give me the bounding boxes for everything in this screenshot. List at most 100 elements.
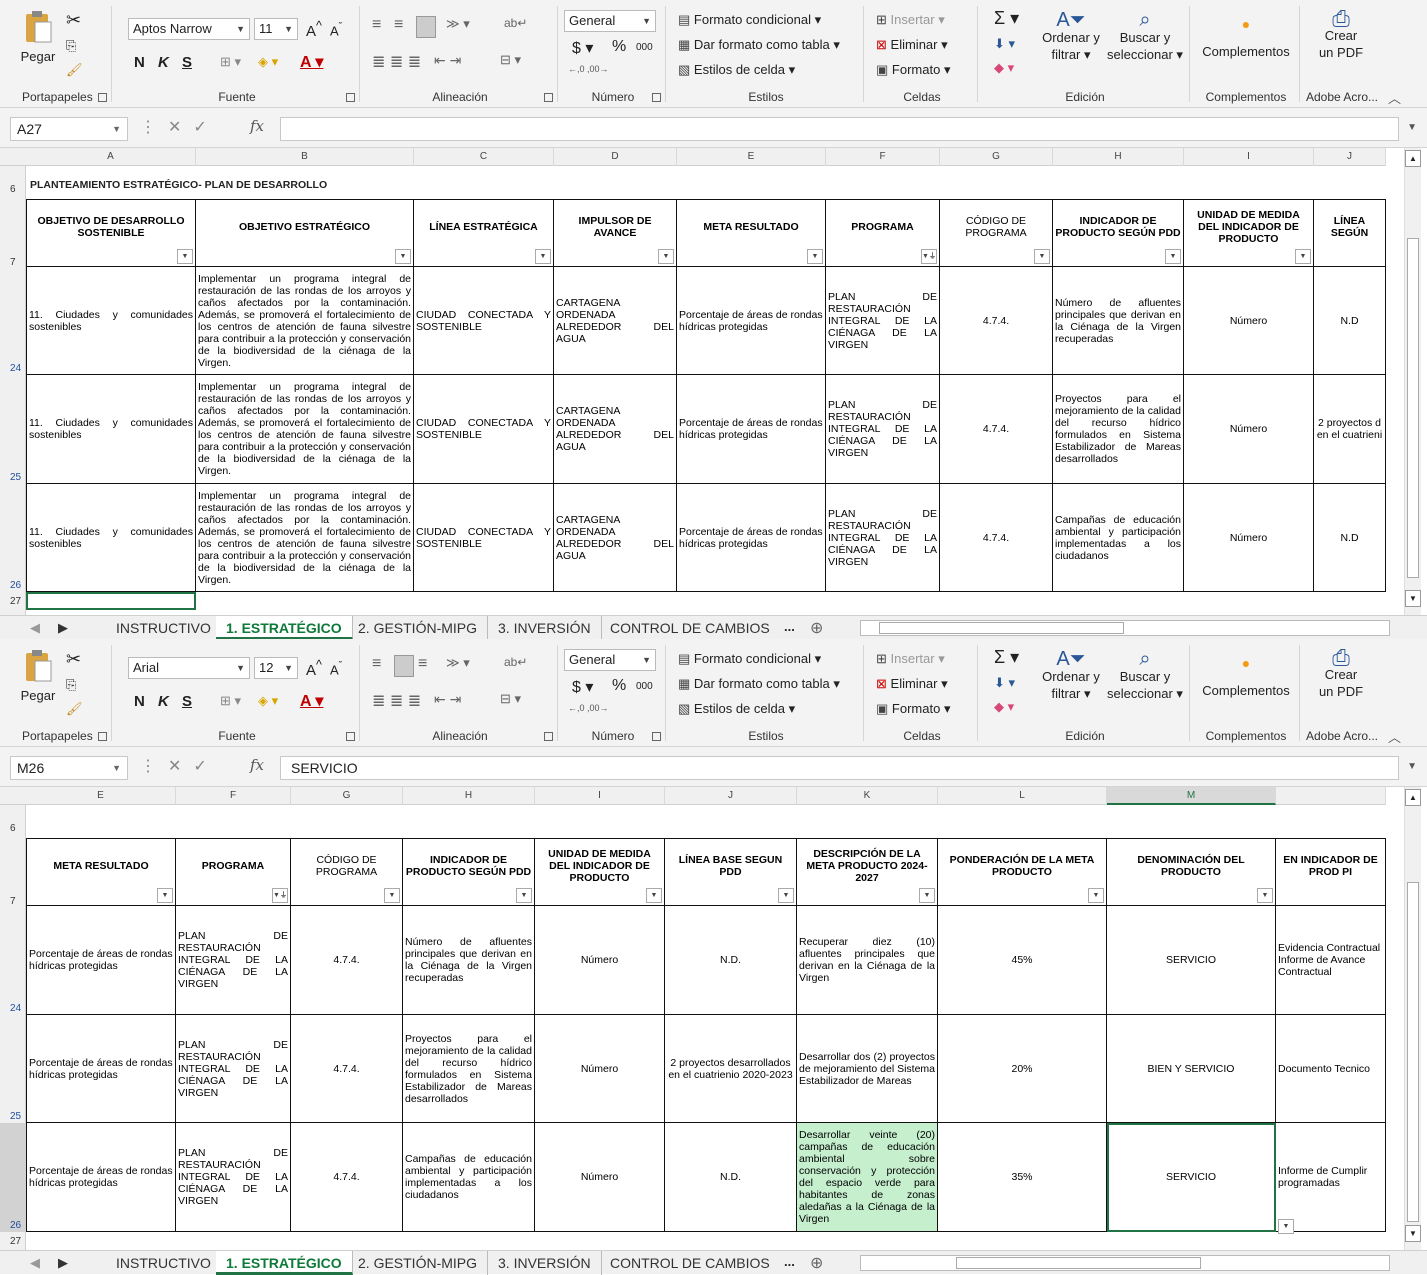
column-header[interactable]: M bbox=[1107, 787, 1276, 805]
row-number[interactable]: 6 bbox=[0, 823, 26, 834]
row-number[interactable]: 24 bbox=[0, 363, 26, 374]
clear-icon[interactable]: ◆ ▾ bbox=[994, 699, 1014, 715]
tab-estrategico[interactable]: 1. ESTRATÉGICO bbox=[216, 1251, 353, 1275]
fill-color-icon[interactable]: ◈ ▾ bbox=[258, 54, 278, 70]
tab-instructivo[interactable]: INSTRUCTIVO bbox=[106, 1251, 222, 1275]
row-number[interactable]: 6 bbox=[0, 184, 26, 195]
font-color-icon[interactable]: A ▾ bbox=[300, 691, 323, 711]
clipboard-launcher-icon[interactable] bbox=[98, 93, 107, 102]
column-header[interactable]: D bbox=[554, 148, 677, 166]
table-cell[interactable]: N.D bbox=[1314, 484, 1386, 592]
decimal-buttons-icon[interactable]: ←,0 ,00→ bbox=[568, 703, 609, 713]
table-cell[interactable]: CIUDAD CONECTADA Y SOSTENIBLE bbox=[414, 267, 554, 375]
alignment-launcher-icon[interactable] bbox=[544, 93, 553, 102]
expand-formula-icon[interactable]: ▼ bbox=[1407, 122, 1417, 133]
table-cell[interactable]: Número bbox=[1184, 375, 1314, 484]
filter-dropdown-icon[interactable]: ▼ bbox=[1257, 888, 1273, 903]
sort-filter-button[interactable]: A⏷ Ordenar y filtrar ▾ bbox=[1036, 649, 1106, 702]
table-cell[interactable]: 4.7.4. bbox=[940, 484, 1053, 592]
table-cell[interactable]: CARTAGENA ORDENADA ALREDEDOR DEL AGUA bbox=[554, 484, 677, 592]
table-cell[interactable]: Campañas de educación ambiental y partic… bbox=[403, 1123, 535, 1232]
delete-button[interactable]: ⊠ Eliminar ▾ bbox=[876, 676, 948, 692]
column-header[interactable]: F bbox=[826, 148, 940, 166]
scroll-up-icon[interactable]: ▲ bbox=[1405, 150, 1421, 167]
column-header[interactable]: A bbox=[26, 148, 196, 166]
align-bottom-icon[interactable] bbox=[416, 16, 436, 38]
table-cell[interactable]: CARTAGENA ORDENADA ALREDEDOR DEL AGUA bbox=[554, 267, 677, 375]
percent-button[interactable]: % bbox=[612, 677, 626, 695]
table-cell[interactable]: 4.7.4. bbox=[291, 906, 403, 1015]
format-button[interactable]: ▣ Formato ▾ bbox=[876, 62, 950, 78]
font-size-dropdown[interactable]: 12 ▼ bbox=[254, 657, 298, 679]
merge-center-icon[interactable]: ⊟ ▾ bbox=[500, 691, 521, 707]
grow-font-icon[interactable]: A^ bbox=[306, 19, 322, 40]
scroll-up-icon[interactable]: ▲ bbox=[1405, 789, 1421, 806]
row-number[interactable]: 7 bbox=[0, 896, 26, 907]
find-select-button[interactable]: ⌕ Buscar y seleccionar ▾ bbox=[1104, 649, 1186, 702]
font-size-dropdown[interactable]: 11 ▼ bbox=[254, 18, 298, 40]
fill-icon[interactable]: ⬇ ▾ bbox=[994, 675, 1015, 691]
column-header[interactable]: E bbox=[677, 148, 826, 166]
column-header[interactable]: I bbox=[535, 787, 665, 805]
expand-formula-icon[interactable]: ▼ bbox=[1407, 761, 1417, 772]
horizontal-scroll-thumb[interactable] bbox=[956, 1257, 1201, 1269]
insert-button[interactable]: ⊞ Insertar ▾ bbox=[876, 651, 945, 667]
format-button[interactable]: ▣ Formato ▾ bbox=[876, 701, 950, 717]
copy-icon[interactable]: ⎘ bbox=[66, 38, 76, 54]
filter-dropdown-icon[interactable]: ▼ bbox=[535, 249, 551, 264]
table-cell[interactable]: 4.7.4. bbox=[940, 375, 1053, 484]
align-middle-icon[interactable] bbox=[394, 655, 414, 677]
table-cell[interactable]: PLAN DE RESTAURACIÓN INTEGRAL DE LA CIÉN… bbox=[826, 375, 940, 484]
font-name-dropdown[interactable]: Arial ▼ bbox=[128, 657, 250, 679]
tab-prev-icon[interactable]: ◀ bbox=[30, 620, 40, 636]
formula-input[interactable]: SERVICIO bbox=[280, 756, 1399, 780]
table-cell[interactable]: 4.7.4. bbox=[940, 267, 1053, 375]
cut-icon[interactable]: ✂ bbox=[66, 10, 81, 31]
horizontal-scrollbar[interactable] bbox=[860, 620, 1390, 636]
table-cell[interactable]: Documento Tecnico bbox=[1276, 1015, 1386, 1123]
conditional-format-button[interactable]: ▤ Formato condicional ▾ bbox=[678, 651, 821, 667]
column-header[interactable]: H bbox=[403, 787, 535, 805]
table-cell[interactable]: Número bbox=[535, 906, 665, 1015]
font-name-dropdown[interactable]: Aptos Narrow ▼ bbox=[128, 18, 250, 40]
table-cell[interactable]: Proyectos para el mejoramiento de la cal… bbox=[1053, 375, 1184, 484]
tab-estrategico[interactable]: 1. ESTRATÉGICO bbox=[216, 616, 353, 640]
currency-button[interactable]: $ ▾ bbox=[572, 677, 593, 697]
filter-dropdown-icon[interactable]: ▼ bbox=[157, 888, 173, 903]
table-cell[interactable]: Informe de Cumplir programadas bbox=[1276, 1123, 1386, 1232]
filter-active-icon[interactable]: ▼⏚ bbox=[272, 888, 288, 903]
table-format-button[interactable]: ▦ Dar formato como tabla ▾ bbox=[678, 37, 840, 53]
table-cell[interactable]: N.D bbox=[1314, 267, 1386, 375]
align-bottom-icon[interactable]: ≡ bbox=[418, 655, 427, 673]
filter-dropdown-icon[interactable]: ▼ bbox=[395, 249, 411, 264]
number-format-dropdown[interactable]: General ▼ bbox=[564, 649, 656, 671]
indent-icon[interactable]: ⇤ ⇥ bbox=[434, 691, 461, 708]
cut-icon[interactable]: ✂ bbox=[66, 649, 81, 670]
table-cell[interactable]: Campañas de educación ambiental y partic… bbox=[1053, 484, 1184, 592]
italic-button[interactable]: K bbox=[158, 693, 169, 710]
filter-dropdown-icon[interactable]: ▼ bbox=[516, 888, 532, 903]
merge-center-icon[interactable]: ⊟ ▾ bbox=[500, 52, 521, 68]
table-cell[interactable]: 45% bbox=[938, 906, 1107, 1015]
wrap-text-icon[interactable]: ab↵ bbox=[504, 16, 527, 30]
table-cell[interactable]: Porcentaje de áreas de rondas hídricas p… bbox=[26, 906, 176, 1015]
function-icon[interactable]: fx bbox=[250, 117, 264, 135]
table-cell[interactable]: Proyectos para el mejoramiento de la cal… bbox=[403, 1015, 535, 1123]
table-cell[interactable]: Número bbox=[1184, 484, 1314, 592]
row-number[interactable]: 26 bbox=[0, 580, 26, 591]
align-top-icon[interactable]: ≡ bbox=[372, 16, 381, 34]
underline-button[interactable]: S bbox=[182, 693, 192, 710]
column-header[interactable]: G bbox=[291, 787, 403, 805]
bold-button[interactable]: N bbox=[134, 54, 145, 71]
table-cell[interactable]: 11. Ciudades y comunidades sostenibles bbox=[26, 267, 196, 375]
collapse-ribbon-icon[interactable]: ︿ bbox=[1388, 88, 1401, 107]
column-header[interactable]: C bbox=[414, 148, 554, 166]
orientation-icon[interactable]: ≫ ▾ bbox=[446, 16, 470, 32]
scroll-down-icon[interactable]: ▼ bbox=[1405, 1225, 1421, 1242]
horizontal-scrollbar[interactable] bbox=[860, 1255, 1390, 1271]
filter-dropdown-icon[interactable]: ▼ bbox=[646, 888, 662, 903]
scroll-down-icon[interactable]: ▼ bbox=[1405, 590, 1421, 607]
row-number[interactable]: 24 bbox=[0, 1003, 26, 1014]
thousands-button[interactable]: 000 bbox=[636, 42, 653, 53]
fill-color-icon[interactable]: ◈ ▾ bbox=[258, 693, 278, 709]
